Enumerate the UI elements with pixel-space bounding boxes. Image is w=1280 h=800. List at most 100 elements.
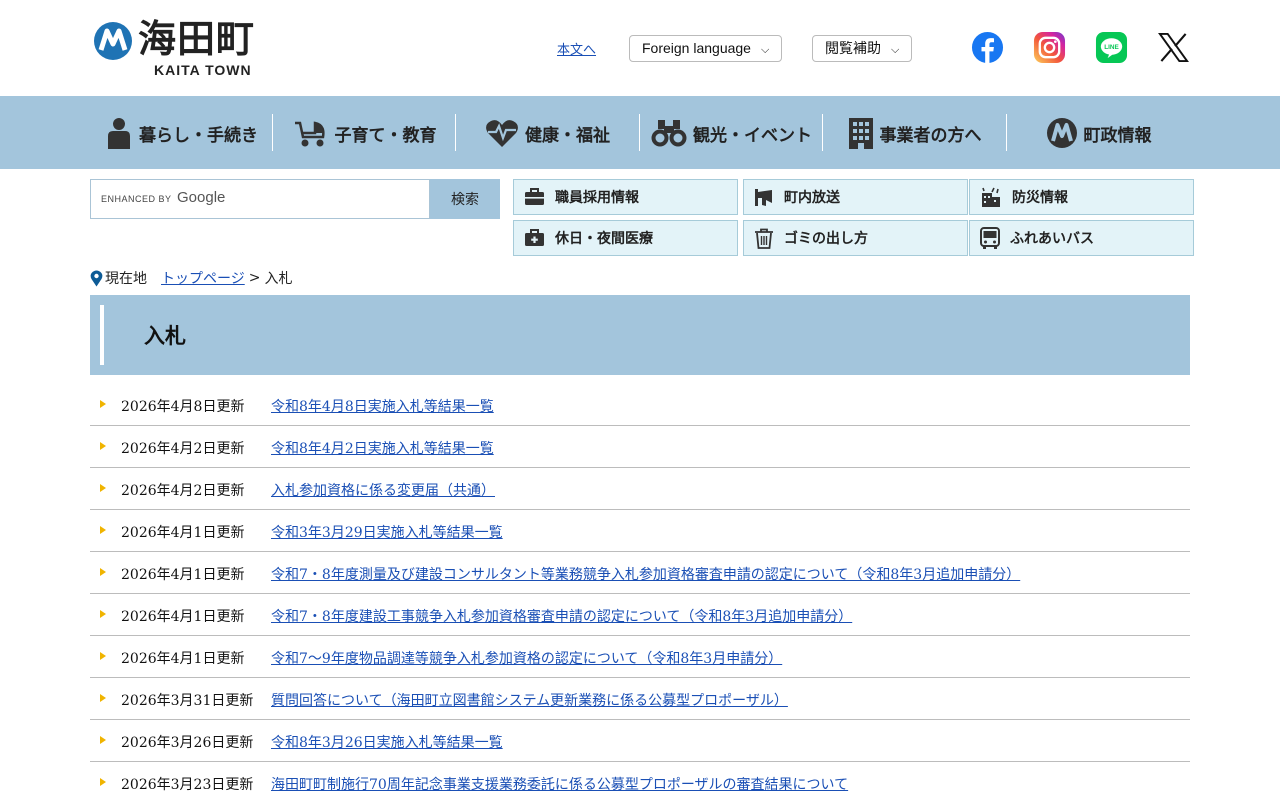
- quick-link-label: ゴミの出し方: [784, 231, 868, 247]
- person-icon: [108, 118, 130, 149]
- list-item-date: 2026年3月23日更新: [121, 777, 254, 793]
- title-accent-stripe: [100, 305, 104, 365]
- list-item: 2026年3月26日更新 令和8年3月26日実施入札等結果一覧: [90, 720, 1190, 762]
- bullet-arrow-icon: [100, 484, 106, 492]
- list-item: 2026年3月23日更新 海田町町制施行70周年記念事業支援業務委託に係る公募型…: [90, 762, 1190, 800]
- heartbeat-icon: [486, 120, 518, 147]
- building-icon: [848, 118, 873, 149]
- list-item: 2026年4月1日更新 令和7・8年度建設工事競争入札参加資格審査申請の認定につ…: [90, 594, 1190, 636]
- gnav-label: 子育て・教育: [334, 125, 437, 146]
- site-logo[interactable]: 海田町 KAITA TOWN: [90, 16, 270, 80]
- list-item-link[interactable]: 令和7・8年度建設工事競争入札参加資格審査申請の認定について（令和8年3月追加申…: [271, 606, 852, 626]
- quick-link-label: 防災情報: [1012, 190, 1068, 206]
- foreign-language-label: Foreign language: [642, 40, 751, 56]
- search-input[interactable]: ENHANCED BY Google: [90, 179, 430, 219]
- list-item-date: 2026年4月1日更新: [121, 525, 245, 541]
- bullet-arrow-icon: [100, 400, 106, 408]
- list-item-link[interactable]: 令和8年3月26日実施入札等結果一覧: [271, 732, 503, 752]
- bullet-arrow-icon: [100, 652, 106, 660]
- stroller-icon: [294, 121, 325, 147]
- list-item: 2026年4月1日更新 令和7～9年度物品調達等競争入札参加資格の認定について（…: [90, 636, 1190, 678]
- list-item-date: 2026年4月1日更新: [121, 609, 245, 625]
- quick-link-garbage[interactable]: ゴミの出し方: [743, 220, 968, 256]
- bullet-arrow-icon: [100, 568, 106, 576]
- breadcrumb: 現在地 トップページ > 入札: [90, 268, 292, 288]
- town-emblem-icon: [1046, 118, 1077, 148]
- list-item: 2026年4月2日更新 入札参加資格に係る変更届（共通）: [90, 468, 1190, 510]
- x-icon[interactable]: [1157, 31, 1190, 64]
- search-enhanced-by: ENHANCED BY: [101, 194, 172, 204]
- list-item-link[interactable]: 令和7～9年度物品調達等競争入札参加資格の認定について（令和8年3月申請分）: [271, 648, 782, 668]
- list-item-link[interactable]: 令和8年4月2日実施入札等結果一覧: [271, 438, 494, 458]
- list-item-link[interactable]: 令和3年3月29日実施入札等結果一覧: [271, 522, 503, 542]
- gnav-item-health[interactable]: 健康・福祉: [456, 115, 639, 151]
- line-icon[interactable]: LINE: [1095, 31, 1128, 64]
- chevron-down-icon: ⌵: [760, 44, 770, 56]
- gnav-item-childcare[interactable]: 子育て・教育: [273, 115, 456, 151]
- quick-link-label: 休日・夜間医療: [555, 231, 653, 247]
- logo-title: 海田町: [138, 17, 256, 61]
- list-item-date: 2026年4月2日更新: [121, 441, 245, 457]
- page-title-bar: 入札: [90, 295, 1190, 375]
- breadcrumb-current: 入札: [264, 271, 293, 287]
- reading-aid-select[interactable]: 閲覧補助 ⌵: [812, 35, 913, 62]
- breadcrumb-home-link[interactable]: トップページ: [161, 268, 245, 288]
- quick-link-label: 職員採用情報: [555, 190, 639, 206]
- quick-link-recruitment[interactable]: 職員採用情報: [513, 179, 738, 215]
- list-item-date: 2026年4月8日更新: [121, 399, 245, 415]
- list-item: 2026年4月8日更新 令和8年4月8日実施入札等結果一覧: [90, 384, 1190, 426]
- gnav-label: 町政情報: [1083, 125, 1152, 146]
- bullet-arrow-icon: [100, 778, 106, 786]
- bus-icon: [980, 226, 1000, 249]
- list-item: 2026年4月2日更新 令和8年4月2日実施入札等結果一覧: [90, 426, 1190, 468]
- list-item-date: 2026年4月1日更新: [121, 651, 245, 667]
- breadcrumb-separator: >: [248, 270, 261, 286]
- list-item-link[interactable]: 質問回答について（海田町立図書館システム更新業務に係る公募型プロポーザル）: [271, 690, 788, 710]
- logo-subtitle: KAITA TOWN: [154, 62, 252, 78]
- gnav-item-living[interactable]: 暮らし・手続き: [90, 115, 273, 151]
- list-item-date: 2026年4月1日更新: [121, 567, 245, 583]
- global-nav: 暮らし・手続き 子育て・教育 健康・福祉 観光・イベント 事業者の方へ 町政情報: [0, 96, 1280, 169]
- skip-to-content-link[interactable]: 本文へ: [557, 39, 596, 58]
- foreign-language-select[interactable]: Foreign language ⌵: [629, 35, 783, 62]
- quick-link-disaster[interactable]: 防災情報: [969, 179, 1194, 215]
- breadcrumb-label: 現在地: [105, 271, 147, 287]
- gnav-item-town-admin[interactable]: 町政情報: [1007, 115, 1190, 151]
- briefcase-icon: [525, 188, 544, 205]
- quick-link-emergency-medical[interactable]: 休日・夜間医療: [513, 220, 738, 256]
- town-emblem-icon: [94, 22, 132, 60]
- list-item-link[interactable]: 令和8年4月8日実施入札等結果一覧: [271, 396, 494, 416]
- list-item-link[interactable]: 海田町町制施行70周年記念事業支援業務委託に係る公募型プロポーザルの審査結果につ…: [271, 774, 848, 794]
- gnav-item-tourism[interactable]: 観光・イベント: [640, 115, 823, 151]
- reading-aid-label: 閲覧補助: [825, 40, 881, 56]
- svg-text:LINE: LINE: [1104, 44, 1119, 51]
- bid-list: 2026年4月8日更新 令和8年4月8日実施入札等結果一覧 2026年4月2日更…: [90, 384, 1190, 800]
- gnav-label: 健康・福祉: [525, 125, 610, 146]
- list-item: 2026年4月1日更新 令和3年3月29日実施入札等結果一覧: [90, 510, 1190, 552]
- bullet-arrow-icon: [100, 736, 106, 744]
- facebook-icon[interactable]: [971, 31, 1004, 64]
- list-item-date: 2026年3月31日更新: [121, 693, 254, 709]
- gnav-label: 暮らし・手続き: [139, 125, 258, 146]
- list-item-link[interactable]: 令和7・8年度測量及び建設コンサルタント等業務競争入札参加資格審査申請の認定につ…: [271, 564, 1020, 584]
- chevron-down-icon: ⌵: [891, 44, 900, 56]
- bullet-arrow-icon: [100, 694, 106, 702]
- trash-icon: [755, 228, 773, 249]
- list-item-date: 2026年3月26日更新: [121, 735, 254, 751]
- binoculars-icon: [651, 120, 687, 147]
- map-pin-icon: [90, 270, 103, 286]
- gnav-item-business[interactable]: 事業者の方へ: [823, 115, 1006, 151]
- instagram-icon[interactable]: [1033, 31, 1066, 64]
- site-search: ENHANCED BY Google 検索: [90, 179, 500, 219]
- list-item-link[interactable]: 入札参加資格に係る変更届（共通）: [271, 480, 495, 500]
- bullet-arrow-icon: [100, 442, 106, 450]
- megaphone-icon: [755, 189, 772, 206]
- gnav-label: 事業者の方へ: [879, 125, 982, 146]
- search-button[interactable]: 検索: [430, 179, 500, 219]
- quick-link-broadcast[interactable]: 町内放送: [743, 179, 968, 215]
- first-aid-icon: [525, 229, 544, 246]
- quick-link-bus[interactable]: ふれあいバス: [969, 220, 1194, 256]
- list-item: 2026年4月1日更新 令和7・8年度測量及び建設コンサルタント等業務競争入札参…: [90, 552, 1190, 594]
- list-item: 2026年3月31日更新 質問回答について（海田町立図書館システム更新業務に係る…: [90, 678, 1190, 720]
- disaster-icon: [982, 187, 1000, 207]
